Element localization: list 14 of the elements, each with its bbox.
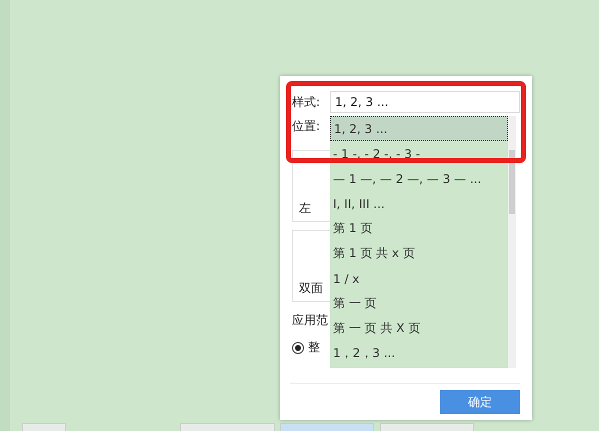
field-label: 样式: (292, 94, 322, 110)
dropdown-option[interactable]: 第 一 页 共 X 页 (330, 316, 508, 341)
taskbar-tab[interactable] (380, 423, 474, 431)
field-label: 应用范 (292, 312, 328, 329)
field-label: 位置: (292, 118, 322, 134)
taskbar-tab[interactable] (280, 423, 374, 431)
style-select[interactable]: 1, 2, 3 ... (330, 91, 520, 113)
scrollbar-thumb[interactable] (509, 150, 515, 214)
taskbar-tab[interactable] (180, 423, 275, 431)
taskbar-tab[interactable] (22, 423, 66, 431)
dropdown-option[interactable]: 1，2，3 ... (330, 341, 508, 366)
dropdown-option[interactable]: 1, 2, 3 ... (330, 116, 508, 141)
radio-button[interactable] (292, 342, 304, 354)
radio-label: 整 (308, 339, 320, 356)
